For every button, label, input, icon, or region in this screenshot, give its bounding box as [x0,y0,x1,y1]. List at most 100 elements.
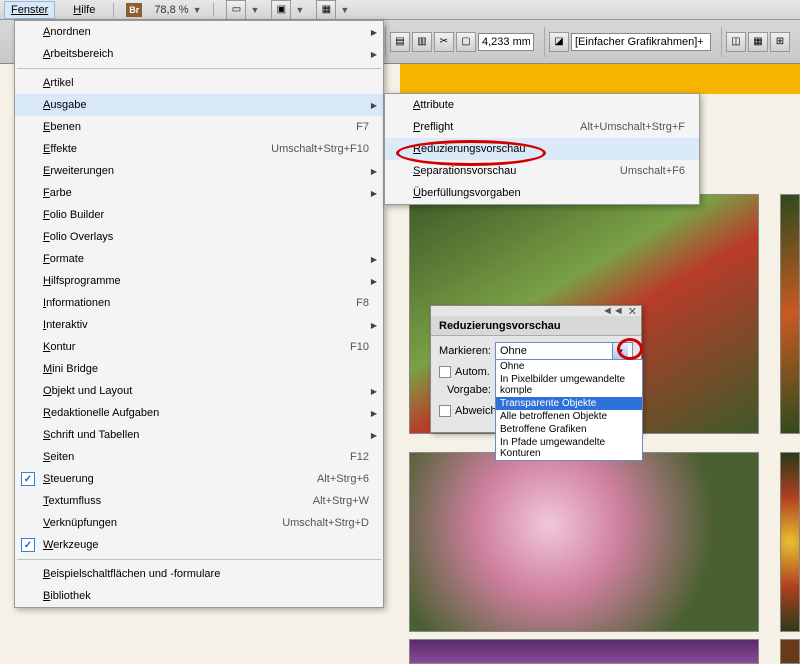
menu-label: Farbe [43,187,375,199]
menu-label: Ausgabe [43,99,375,111]
menu-label: Steuerung [43,473,317,485]
menu-item[interactable]: Arbeitsbereich▶ [15,43,383,65]
menu-label: Textumfluss [43,495,313,507]
menu-label: Redaktionelle Aufgaben [43,407,375,419]
abweich-label: Abweich [455,405,497,417]
menu-item[interactable]: Beispielschaltflächen und -formulare [15,563,383,585]
menu-item[interactable]: EffekteUmschalt+Strg+F10 [15,138,383,160]
menu-label: Werkzeuge [43,539,375,551]
object-style-select[interactable] [571,33,711,51]
placed-image[interactable] [780,194,800,434]
submenu-item[interactable]: SeparationsvorschauUmschalt+F6 [385,160,699,182]
menu-item[interactable]: Schrift und Tabellen▶ [15,424,383,446]
style-icon[interactable]: ◪ [549,32,569,52]
menu-label: Effekte [43,143,271,155]
panel-tab[interactable]: Reduzierungsvorschau [431,316,641,336]
menu-shortcut: F10 [350,341,369,353]
submenu-arrow-icon: ▶ [371,409,377,418]
markieren-select[interactable]: Ohne ▼ OhneIn Pixelbilder umgewandelte k… [495,342,633,360]
menubar-fenster[interactable]: Fenster [4,1,55,19]
select-option[interactable]: Betroffene Grafiken [496,423,642,436]
submenu-arrow-icon: ▶ [371,431,377,440]
menu-label: Verknüpfungen [43,517,282,529]
select-option[interactable]: Transparente Objekte [496,397,642,410]
menu-item[interactable]: Farbe▶ [15,182,383,204]
stroke-icon[interactable]: ▢ [456,32,476,52]
dropdown-icon[interactable]: ▼ [193,5,202,15]
menu-item[interactable]: Ausgabe▶ [15,94,383,116]
menu-shortcut: Alt+Strg+W [313,495,369,507]
menu-item[interactable]: Erweiterungen▶ [15,160,383,182]
close-icon[interactable]: ✕ [628,305,637,318]
menu-label: Beispielschaltflächen und -formulare [43,568,375,580]
menu-item[interactable]: Folio Overlays [15,226,383,248]
menu-item[interactable]: KonturF10 [15,336,383,358]
menu-item[interactable]: Interaktiv▶ [15,314,383,336]
placed-image[interactable] [780,452,800,632]
placed-image[interactable] [409,639,759,664]
menu-item[interactable]: SeitenF12 [15,446,383,468]
menu-label: Informationen [43,297,356,309]
select-option[interactable]: Alle betroffenen Objekte [496,410,642,423]
menu-label: Formate [43,253,375,265]
vorgabe-label: Vorgabe: [439,384,491,396]
menu-item[interactable]: Objekt und Layout▶ [15,380,383,402]
collapse-icon[interactable]: ◄◄ [602,305,624,317]
menu-label: Überfüllungsvorgaben [413,187,691,199]
menu-item[interactable]: Anordnen▶ [15,21,383,43]
misc-icon[interactable]: ◫ [726,32,746,52]
menu-item[interactable]: Mini Bridge [15,358,383,380]
dropdown-icon[interactable]: ▼ [340,5,349,15]
menu-item[interactable]: EbenenF7 [15,116,383,138]
menu-item[interactable]: InformationenF8 [15,292,383,314]
submenu-arrow-icon: ▶ [371,189,377,198]
menu-item[interactable]: Artikel [15,72,383,94]
menu-shortcut: Umschalt+Strg+F10 [271,143,369,155]
view-mode-icon[interactable]: ▣ [271,0,291,20]
select-option[interactable]: In Pixelbilder umgewandelte komple [496,373,642,397]
menu-item[interactable]: ✓Werkzeuge [15,534,383,556]
select-option[interactable]: In Pfade umgewandelte Konturen [496,436,642,460]
menu-label: Folio Builder [43,209,375,221]
zoom-level[interactable]: 78,8 % [154,4,188,16]
stroke-width-input[interactable] [478,33,534,51]
dropdown-icon[interactable]: ▼ [295,5,304,15]
placed-image[interactable] [409,452,759,632]
placed-image[interactable] [780,639,800,664]
submenu-arrow-icon: ▶ [371,167,377,176]
menu-item[interactable]: Bibliothek [15,585,383,607]
menu-item[interactable]: VerknüpfungenUmschalt+Strg+D [15,512,383,534]
yellow-banner [400,64,800,94]
menu-item[interactable]: Redaktionelle Aufgaben▶ [15,402,383,424]
text-wrap-icon[interactable]: ▥ [412,32,432,52]
submenu-item[interactable]: Überfüllungsvorgaben [385,182,699,204]
menu-label: Kontur [43,341,350,353]
arrange-icon[interactable]: ▦ [316,0,336,20]
select-option[interactable]: Ohne [496,360,642,373]
misc-icon[interactable]: ▦ [748,32,768,52]
misc-icon[interactable]: ⊞ [770,32,790,52]
submenu-arrow-icon: ▶ [371,321,377,330]
menubar-hilfe[interactable]: Hilfe [67,2,101,18]
menu-item[interactable]: Folio Builder [15,204,383,226]
screen-mode-icon[interactable]: ▭ [226,0,246,20]
crop-icon[interactable]: ✂ [434,32,454,52]
submenu-item[interactable]: PreflightAlt+Umschalt+Strg+F [385,116,699,138]
menu-item[interactable]: TextumflussAlt+Strg+W [15,490,383,512]
submenu-item[interactable]: Attribute [385,94,699,116]
select-options-list: OhneIn Pixelbilder umgewandelte kompleTr… [495,359,643,461]
menu-item[interactable]: Formate▶ [15,248,383,270]
submenu-item[interactable]: Reduzierungsvorschau [385,138,699,160]
dropdown-icon[interactable]: ▼ [250,5,259,15]
dropdown-button-icon[interactable]: ▼ [612,343,628,359]
menu-shortcut: F7 [356,121,369,133]
bridge-icon[interactable]: Br [126,3,142,17]
abweich-checkbox[interactable] [439,405,451,417]
menu-item[interactable]: Hilfsprogramme▶ [15,270,383,292]
menu-label: Arbeitsbereich [43,48,375,60]
text-wrap-icon[interactable]: ▤ [390,32,410,52]
autom-checkbox[interactable] [439,366,451,378]
menu-label: Schrift und Tabellen [43,429,375,441]
menu-label: Folio Overlays [43,231,375,243]
menu-item[interactable]: ✓SteuerungAlt+Strg+6 [15,468,383,490]
